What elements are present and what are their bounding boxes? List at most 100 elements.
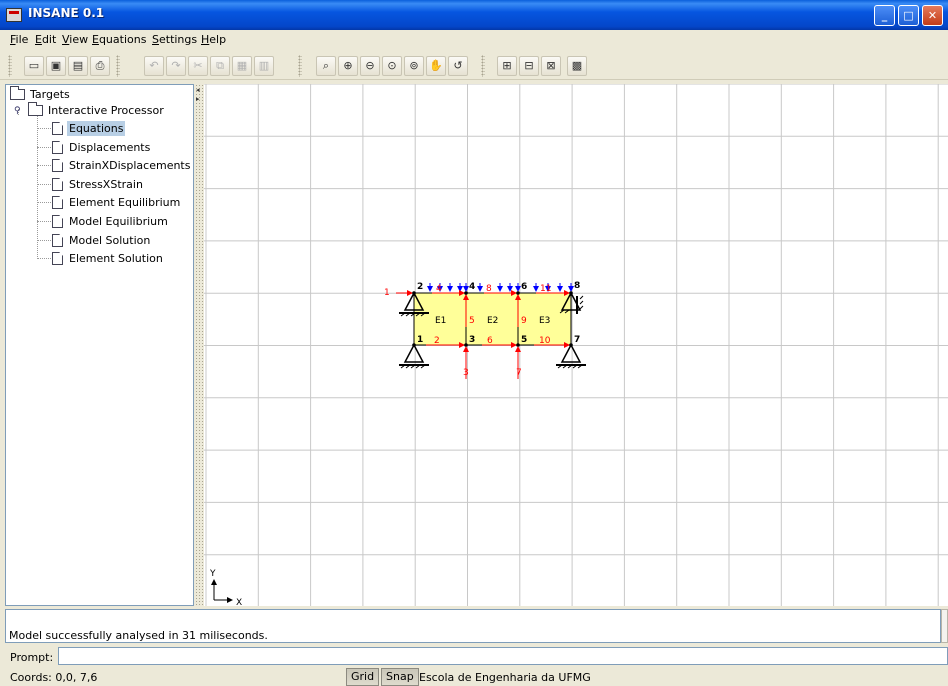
grid-toggle[interactable]: Grid (346, 668, 380, 686)
folder-icon (10, 86, 25, 100)
zoom-previous-icon: ⊚ (409, 59, 419, 72)
document-icon (52, 141, 63, 154)
delete-icon: ▥ (258, 59, 270, 72)
document-icon (52, 159, 63, 172)
snap-icon: ⊟ (524, 59, 534, 72)
menu-file[interactable]: File (10, 33, 28, 46)
pan-icon: ✋ (429, 59, 443, 72)
grid-button[interactable]: ⊞ (497, 56, 517, 76)
y-axis-label: Y (209, 569, 216, 579)
element-label: E2 (487, 316, 498, 326)
tree-item-strain-x-displacements[interactable]: StrainXDisplacements (52, 159, 192, 172)
paste-button[interactable]: ▦ (232, 56, 252, 76)
window-title-bar[interactable]: INSANE 0.1 _ □ ✕ (0, 0, 948, 30)
tree-connector (37, 147, 51, 148)
menu-equations[interactable]: Equations (92, 33, 146, 46)
grid-icon: ⊞ (502, 59, 512, 72)
maximize-button[interactable]: □ (898, 5, 919, 26)
menu-view[interactable]: View (62, 33, 88, 46)
element-label: E1 (435, 316, 446, 326)
redraw-button[interactable]: ↺ (448, 56, 468, 76)
axis-indicator: Y X (209, 569, 242, 606)
zoom-button[interactable]: ⌕ (316, 56, 336, 76)
coords-readout: Coords: 0,0, 7,6 (10, 671, 98, 684)
console-output[interactable]: Model successfully analysed in 31 milise… (5, 609, 941, 643)
menu-bar: File Edit View Equations Settings Help (0, 30, 948, 50)
document-icon (52, 252, 63, 265)
minimize-button[interactable]: _ (874, 5, 895, 26)
document-icon (52, 196, 63, 209)
collapse-icon[interactable]: ⚲ (14, 106, 21, 116)
dof-label: 11 (540, 284, 551, 294)
toolbar-grip[interactable] (481, 55, 485, 77)
node-label: 8 (574, 281, 580, 291)
tree-item-equations[interactable]: Equations (52, 121, 126, 136)
collapse-left-icon[interactable]: ◂ (196, 87, 200, 94)
dof-label: 2 (434, 336, 440, 346)
pan-button[interactable]: ✋ (426, 56, 446, 76)
toolbar-grip[interactable] (8, 55, 12, 77)
menu-edit[interactable]: Edit (35, 33, 56, 46)
close-button[interactable]: ✕ (922, 5, 943, 26)
tree-item-interactive-processor[interactable]: Interactive Processor (28, 102, 166, 117)
tree-item-displacements[interactable]: Displacements (52, 141, 152, 154)
open-icon: ▭ (28, 59, 40, 72)
window-title: INSANE 0.1 (28, 6, 105, 20)
redo-button[interactable]: ↷ (166, 56, 186, 76)
save-as-icon: ▤ (72, 59, 84, 72)
save-button[interactable]: ▣ (46, 56, 66, 76)
zoom-fit-icon: ⊙ (387, 59, 397, 72)
node-label: 1 (417, 335, 423, 345)
dof-label: 5 (469, 316, 475, 326)
zoom-out-button[interactable]: ⊖ (360, 56, 380, 76)
model-canvas[interactable]: E1 E2 E3 1 2 3 4 5 6 7 8 1 2 3 4 5 6 7 8… (204, 84, 948, 606)
console-scrollbar[interactable] (941, 609, 948, 643)
status-bar: Coords: 0,0, 7,6 Grid Snap Escola de Eng… (0, 668, 948, 686)
toolbar-grip[interactable] (116, 55, 120, 77)
tree-item-element-equilibrium[interactable]: Element Equilibrium (52, 196, 182, 209)
save-icon: ▣ (50, 59, 62, 72)
node-label: 4 (469, 282, 475, 292)
zoom-in-button[interactable]: ⊕ (338, 56, 358, 76)
undo-button[interactable]: ↶ (144, 56, 164, 76)
tree-item-model-equilibrium[interactable]: Model Equilibrium (52, 215, 170, 228)
redraw-icon: ↺ (453, 59, 463, 72)
tree-root[interactable]: Targets (10, 86, 72, 101)
model-drawing: E1 E2 E3 1 2 3 4 5 6 7 8 1 2 3 4 5 6 7 8… (204, 84, 948, 606)
analyse-button[interactable]: ▩ (567, 56, 587, 76)
cut-button[interactable]: ✂ (188, 56, 208, 76)
print-icon: ⎙ (95, 59, 105, 72)
dof-label: 10 (539, 336, 551, 346)
node-button[interactable]: ⊠ (541, 56, 561, 76)
snap-toggle[interactable]: Snap (381, 668, 419, 686)
cut-icon: ✂ (193, 59, 203, 72)
tree-item-model-solution[interactable]: Model Solution (52, 234, 152, 247)
document-icon (52, 122, 63, 135)
tree-connector (37, 128, 51, 129)
open-button[interactable]: ▭ (24, 56, 44, 76)
tree-connector (37, 202, 51, 203)
panel-splitter[interactable]: ◂ ▸ (195, 84, 203, 606)
delete-button[interactable]: ▥ (254, 56, 274, 76)
tree-connector (37, 221, 51, 222)
prompt-input[interactable] (58, 647, 948, 665)
x-axis-label: X (236, 598, 242, 606)
document-icon (52, 215, 63, 228)
menu-help[interactable]: Help (201, 33, 226, 46)
zoom-fit-button[interactable]: ⊙ (382, 56, 402, 76)
snap-button[interactable]: ⊟ (519, 56, 539, 76)
redo-icon: ↷ (171, 59, 181, 72)
print-button[interactable]: ⎙ (90, 56, 110, 76)
collapse-right-icon[interactable]: ▸ (196, 96, 200, 103)
node-label: 7 (574, 335, 580, 345)
zoom-previous-button[interactable]: ⊚ (404, 56, 424, 76)
menu-settings[interactable]: Settings (152, 33, 197, 46)
copy-button[interactable]: ⧉ (210, 56, 230, 76)
tree-item-stress-x-strain[interactable]: StressXStrain (52, 178, 145, 191)
tree-item-element-solution[interactable]: Element Solution (52, 252, 165, 265)
toolbar-grip[interactable] (298, 55, 302, 77)
analyse-icon: ▩ (571, 59, 583, 72)
save-as-button[interactable]: ▤ (68, 56, 88, 76)
status-credit: Escola de Engenharia da UFMG (419, 671, 591, 684)
targets-tree: Targets ⚲ Interactive Processor Equation… (5, 84, 194, 606)
